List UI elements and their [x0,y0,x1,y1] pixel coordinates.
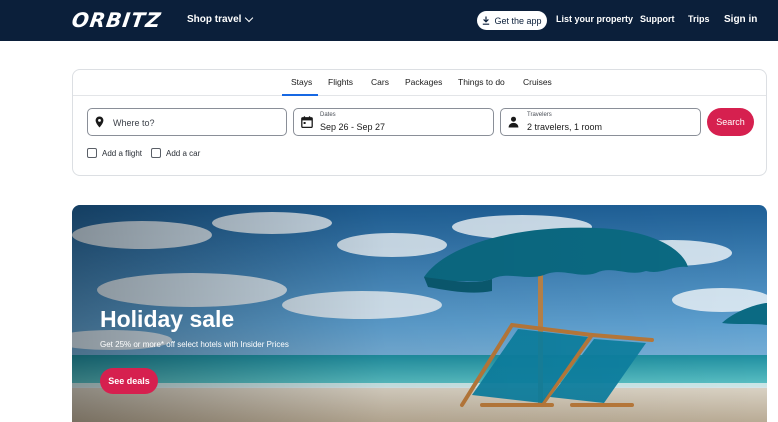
checkbox-box[interactable] [87,148,97,158]
search-tabs: Stays Flights Cars Packages Things to do… [73,70,766,96]
dates-value: Sep 26 - Sep 27 [320,122,386,132]
shop-travel-menu[interactable]: Shop travel [187,13,254,25]
where-to-placeholder: Where to? [113,118,155,128]
add-car-checkbox[interactable]: Add a car [151,148,200,158]
travelers-value: 2 travelers, 1 room [527,122,603,132]
tab-packages[interactable]: Packages [405,77,442,87]
where-to-field[interactable]: Where to? [87,108,287,136]
orbitz-logo[interactable]: ORBITZ [70,8,163,32]
tab-stays[interactable]: Stays [291,77,312,87]
add-car-label: Add a car [166,148,201,158]
get-the-app-label: Get the app [494,15,542,26]
add-flight-label: Add a flight [102,148,143,158]
search-button[interactable]: Search [707,108,754,136]
add-flight-checkbox[interactable]: Add a flight [87,148,142,158]
get-the-app-button[interactable]: Get the app [477,11,547,30]
hero-subtitle: Get 25% or more* off select hotels with … [100,340,289,349]
dates-label: Dates [320,112,336,118]
tab-cars[interactable]: Cars [371,77,389,87]
trips-link[interactable]: Trips [688,14,710,24]
support-link[interactable]: Support [640,14,675,24]
travelers-label: Travelers [527,112,552,118]
travelers-field[interactable]: Travelers 2 travelers, 1 room [500,108,701,136]
sign-in-link[interactable]: Sign in [724,14,757,25]
chevron-down-icon [245,13,254,23]
list-your-property-link[interactable]: List your property [556,14,633,24]
top-header: ORBITZ Shop travel Get the app List your… [0,0,778,41]
shop-travel-label: Shop travel [187,14,242,25]
tab-flights[interactable]: Flights [328,77,353,87]
tab-things-to-do[interactable]: Things to do [458,77,505,87]
download-icon [483,16,490,25]
active-tab-indicator [282,94,318,96]
logo-text: ORBITZ [70,8,163,32]
search-form-card: Stays Flights Cars Packages Things to do… [72,69,767,176]
checkbox-box[interactable] [151,148,161,158]
calendar-icon [301,116,313,128]
map-pin-icon [95,116,104,128]
dates-field[interactable]: Dates Sep 26 - Sep 27 [293,108,494,136]
holiday-sale-banner: Holiday sale Get 25% or more* off select… [72,205,767,422]
person-icon [508,116,519,128]
hero-title: Holiday sale [100,306,235,332]
tab-cruises[interactable]: Cruises [523,77,552,87]
see-deals-button[interactable]: See deals [100,368,158,394]
